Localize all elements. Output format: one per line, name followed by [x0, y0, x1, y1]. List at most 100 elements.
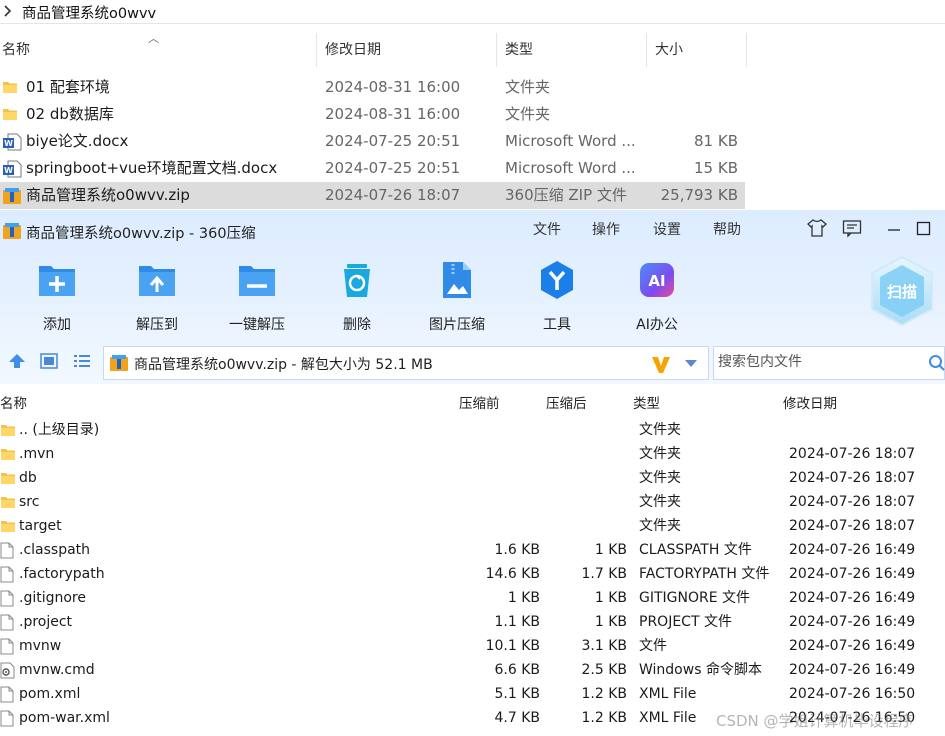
- column-header-name[interactable]: 名称: [0, 390, 27, 418]
- thumbnail-view-icon[interactable]: [40, 353, 58, 369]
- archive-row[interactable]: db 文件夹 2024-07-26 18:07: [0, 466, 945, 490]
- entry-type: CLASSPATH 文件: [639, 542, 752, 558]
- toolbar-button-tools[interactable]: 工具: [517, 258, 597, 334]
- file-size: 25,793 KB: [660, 186, 738, 204]
- entry-name: pom-war.xml: [19, 710, 110, 726]
- skin-shirt-icon[interactable]: [806, 218, 828, 238]
- address-bar[interactable]: 商品管理系统o0wvv: [0, 0, 945, 24]
- entry-size-before: 6.6 KB: [494, 662, 541, 678]
- toolbar-button-ai-office[interactable]: AI AI办公: [617, 258, 697, 334]
- archive-row[interactable]: .project 1.1 KB 1 KB PROJECT 文件 2024-07-26 1…: [0, 610, 945, 634]
- file-name: 商品管理系统o0wvv.zip: [26, 186, 190, 204]
- navigation-bar: 商品管理系统o0wvv.zip - 解包大小为 52.1 MB: [0, 342, 945, 380]
- toolbar-button-image-compress[interactable]: 图片压缩: [417, 258, 497, 334]
- scan-label: 扫描: [887, 283, 917, 301]
- archive-row[interactable]: src 文件夹 2024-07-26 18:07: [0, 490, 945, 514]
- zip-archive-icon: [2, 187, 22, 205]
- entry-size-after: 3.1 KB: [581, 638, 628, 654]
- entry-type: FACTORYPATH 文件: [639, 566, 770, 582]
- file-icon: [0, 566, 14, 583]
- column-divider[interactable]: [496, 33, 497, 67]
- entry-type: Windows 命令脚本: [639, 662, 762, 678]
- column-header-date[interactable]: 修改日期: [325, 36, 381, 66]
- archive-row[interactable]: target 文件夹 2024-07-26 18:07: [0, 514, 945, 538]
- toolbar-button-one-click-extract[interactable]: 一键解压: [217, 258, 297, 334]
- archive-row[interactable]: .factorypath 14.6 KB 1.7 KB FACTORYPATH 文件 2…: [0, 562, 945, 586]
- menu-help[interactable]: 帮助: [713, 219, 741, 239]
- watermark: CSDN @学姐计算机毕设程序: [716, 712, 914, 730]
- toolbar-button-add[interactable]: 添加: [17, 258, 97, 334]
- entry-name: mvnw: [19, 638, 62, 654]
- word-doc-icon: W: [2, 133, 22, 151]
- archive-row[interactable]: mvnw 10.1 KB 3.1 KB 文件 2024-07-26 16:49: [0, 634, 945, 658]
- menu-operation[interactable]: 操作: [592, 219, 620, 239]
- up-arrow-icon[interactable]: [8, 353, 26, 369]
- archive-row[interactable]: .. (上级目录) 文件夹: [0, 418, 945, 442]
- entry-name: .. (上级目录): [19, 422, 100, 438]
- entry-size-before: 1.6 KB: [494, 542, 541, 558]
- entry-date: 2024-07-26 18:07: [789, 470, 916, 486]
- breadcrumb-folder[interactable]: 商品管理系统o0wvv: [22, 2, 156, 23]
- minimize-icon[interactable]: [886, 218, 902, 238]
- delete-icon: [335, 258, 379, 302]
- folder-icon: [2, 79, 18, 95]
- entry-size-before: 1.1 KB: [494, 614, 541, 630]
- entry-name: mvnw.cmd: [19, 662, 95, 678]
- column-header-name[interactable]: 名称: [2, 36, 30, 66]
- zip-archive-icon: [109, 354, 129, 372]
- file-row[interactable]: 商品管理系统o0wvv.zip 2024-07-26 18:07 360压缩 ZIP…: [0, 182, 745, 209]
- maximize-icon[interactable]: [915, 218, 933, 238]
- toolbar-label: 图片压缩: [429, 317, 485, 333]
- toolbar-button-extract-to[interactable]: 解压到: [117, 258, 197, 334]
- search-input[interactable]: [718, 354, 918, 370]
- entry-size-before: 4.7 KB: [494, 710, 541, 726]
- entry-size-before: 5.1 KB: [494, 686, 541, 702]
- file-row[interactable]: 01 配套环境 2024-08-31 16:00 文件夹: [0, 74, 745, 101]
- file-date: 2024-07-25 20:51: [325, 159, 461, 177]
- column-header-compressed-after[interactable]: 压缩后: [546, 390, 587, 418]
- toolbar-button-delete[interactable]: 删除: [317, 258, 397, 334]
- menu-file[interactable]: 文件: [533, 219, 561, 239]
- column-header-type[interactable]: 类型: [505, 36, 533, 66]
- column-header-compressed-before[interactable]: 压缩前: [459, 390, 500, 418]
- entry-date: 2024-07-26 16:49: [789, 542, 916, 558]
- file-row[interactable]: 02 db数据库 2024-08-31 16:00 文件夹: [0, 101, 745, 128]
- feedback-icon[interactable]: [842, 218, 862, 238]
- file-row[interactable]: Wspringboot+vue环境配置文档.docx 2024-07-25 20:…: [0, 155, 745, 182]
- column-divider[interactable]: [746, 33, 747, 67]
- entry-size-after: 1.2 KB: [581, 686, 628, 702]
- entry-type: 文件夹: [639, 446, 681, 462]
- column-header-size[interactable]: 大小: [655, 36, 683, 66]
- column-divider[interactable]: [316, 33, 317, 67]
- archive-path-text: 商品管理系统o0wvv.zip - 解包大小为 52.1 MB: [134, 357, 433, 373]
- file-name: 02 db数据库: [26, 105, 114, 123]
- column-divider[interactable]: [646, 33, 647, 67]
- menu-settings[interactable]: 设置: [653, 219, 681, 239]
- archive-path-field[interactable]: 商品管理系统o0wvv.zip - 解包大小为 52.1 MB: [103, 346, 709, 380]
- script-file-icon: [0, 662, 16, 679]
- vip-badge-icon[interactable]: [650, 353, 672, 375]
- svg-text:W: W: [4, 139, 13, 148]
- chevron-right-icon: [2, 5, 12, 17]
- entry-name: pom.xml: [19, 686, 81, 702]
- search-icon[interactable]: [928, 354, 945, 372]
- scan-button[interactable]: 扫描: [866, 253, 938, 329]
- archive-search[interactable]: [713, 346, 945, 380]
- file-row[interactable]: Wbiye论文.docx 2024-07-25 20:51 Microsoft Wo…: [0, 128, 745, 155]
- entry-size-before: 1 KB: [507, 590, 540, 606]
- column-header-type[interactable]: 类型: [633, 390, 660, 418]
- column-header-date[interactable]: 修改日期: [783, 390, 837, 418]
- folder-icon: [0, 422, 16, 438]
- entry-size-after: 1.7 KB: [581, 566, 628, 582]
- folder-icon: [0, 494, 16, 510]
- archive-row[interactable]: mvnw.cmd 6.6 KB 2.5 KB Windows 命令脚本 2024-07-…: [0, 658, 945, 682]
- toolbar-label: 一键解压: [229, 317, 285, 333]
- archive-row[interactable]: .classpath 1.6 KB 1 KB CLASSPATH 文件 2024-07-…: [0, 538, 945, 562]
- entry-name: .factorypath: [19, 566, 105, 582]
- archive-row[interactable]: .gitignore 1 KB 1 KB GITIGNORE 文件 2024-07-26…: [0, 586, 945, 610]
- archive-row[interactable]: pom.xml 5.1 KB 1.2 KB XML File 2024-07-26 16…: [0, 682, 945, 706]
- archive-row[interactable]: .mvn 文件夹 2024-07-26 18:07: [0, 442, 945, 466]
- list-view-icon[interactable]: [73, 353, 91, 369]
- dropdown-arrow-icon[interactable]: [684, 359, 698, 369]
- entry-size-after: 1 KB: [594, 590, 627, 606]
